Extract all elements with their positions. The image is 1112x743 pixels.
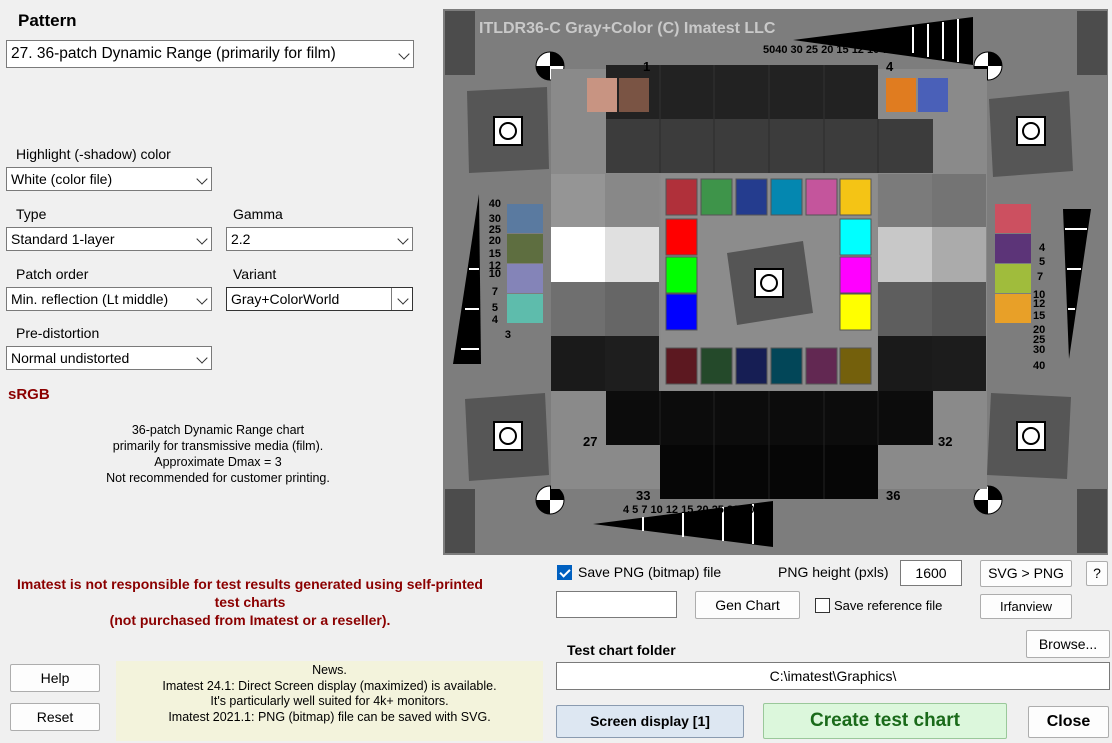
patch-order-select[interactable]: Min. reflection (Lt middle) [6,287,212,311]
gen-chart-button[interactable]: Gen Chart [695,591,800,619]
left-scale-label: 10 [489,268,501,280]
right-scale-label: 12 [1033,298,1045,310]
chevron-down-icon [196,233,208,245]
help-button[interactable]: Help [10,664,100,692]
top-scale-labels: 5040 30 25 20 15 12 10 7 5 4 [763,44,908,56]
chart-title: ITLDR36-C Gray+Color (C) Imatest LLC [479,20,776,37]
chevron-down-icon [196,173,208,185]
chevron-down-icon [196,352,208,364]
pattern-heading: Pattern [18,11,77,30]
save-png-label: Save PNG (bitmap) file [578,564,722,580]
description-line: Approximate Dmax = 3 [154,455,282,469]
png-height-input[interactable]: 1600 [900,560,962,586]
browse-button[interactable]: Browse... [1026,630,1110,658]
chart-preview: ITLDR36-C Gray+Color (C) Imatest LLC 1 4… [443,9,1108,555]
chart-description: 36-patch Dynamic Range chart primarily f… [40,422,396,486]
save-png-checkbox[interactable] [557,565,572,580]
pattern-select[interactable]: 27. 36-patch Dynamic Range (primarily fo… [6,40,414,68]
right-scale-label: 5 [1039,256,1045,268]
corner-number: 36 [886,488,900,503]
right-scale-label: 30 [1033,344,1045,356]
reset-button[interactable]: Reset [10,703,100,731]
folder-label: Test chart folder [567,642,676,658]
gamma-value: 2.2 [231,231,251,247]
right-scale-label: 15 [1033,310,1045,322]
close-button[interactable]: Close [1028,706,1109,738]
screen-display-button[interactable]: Screen display [1] [556,705,744,738]
gen-chart-input[interactable] [556,591,677,618]
type-label: Type [16,206,47,222]
corner-number: 4 [886,59,894,74]
highlight-value: White (color file) [11,171,113,187]
left-scale-label: 4 [492,314,499,326]
chevron-down-icon [397,233,409,245]
news-line: It's particularly well suited for 4k+ mo… [210,694,449,708]
left-scale-label: 40 [489,198,501,210]
highlight-label: Highlight (-shadow) color [16,146,171,162]
news-panel: News. Imatest 24.1: Direct Screen displa… [116,661,543,741]
help-question-button[interactable]: ? [1086,561,1108,586]
gamma-select[interactable]: 2.2 [226,227,413,251]
patch-order-value: Min. reflection (Lt middle) [11,291,169,307]
news-line: Imatest 24.1: Direct Screen display (max… [162,678,497,693]
bottom-scale-labels: 4 5 7 10 12 15 20 25 30 40 50 [623,504,770,516]
predistortion-select[interactable]: Normal undistorted [6,346,212,370]
type-value: Standard 1-layer [11,231,115,247]
svg-to-png-button[interactable]: SVG > PNG [980,560,1072,587]
disclaimer-line: (not purchased from Imatest or a reselle… [109,612,391,628]
right-scale-label: 40 [1033,360,1045,372]
predistortion-label: Pre-distortion [16,325,100,341]
predistortion-value: Normal undistorted [11,350,130,366]
disclaimer: Imatest is not responsible for test resu… [0,575,500,629]
gamma-label: Gamma [233,206,283,222]
right-scale-label: 7 [1037,271,1043,283]
save-reference-label: Save reference file [834,598,943,613]
type-select[interactable]: Standard 1-layer [6,227,212,251]
variant-label: Variant [233,266,277,282]
left-scale-label: 5 [492,302,498,314]
disclaimer-line: test charts [214,594,286,610]
description-line: Not recommended for customer printing. [106,471,330,485]
corner-number: 27 [583,434,597,449]
variant-value: Gray+ColorWorld [231,291,340,307]
variant-select[interactable]: Gray+ColorWorld [226,287,413,311]
chevron-down-icon [398,48,410,60]
create-test-chart-button[interactable]: Create test chart [763,703,1007,739]
chevron-down-icon [196,293,208,305]
colorspace-label: sRGB [8,386,50,403]
patch-order-label: Patch order [16,266,89,282]
left-scale-label: 7 [492,286,498,298]
pattern-value: 27. 36-patch Dynamic Range (primarily fo… [11,45,336,62]
left-scale-label: 15 [489,248,501,260]
highlight-select[interactable]: White (color file) [6,167,212,191]
irfanview-button[interactable]: Irfanview [980,594,1072,619]
png-height-label: PNG height (pxls) [778,564,889,580]
corner-number: 1 [643,59,650,74]
left-scale-label: 3 [505,329,511,341]
save-reference-checkbox[interactable] [815,598,830,613]
disclaimer-line: Imatest is not responsible for test resu… [17,576,483,592]
news-line: News. [312,663,347,677]
folder-path-input[interactable]: C:\imatest\Graphics\ [556,662,1110,690]
corner-number: 33 [636,488,650,503]
chart-preview-image: ITLDR36-C Gray+Color (C) Imatest LLC 1 4… [443,9,1108,555]
corner-number: 32 [938,434,952,449]
news-line: Imatest 2021.1: PNG (bitmap) file can be… [168,709,491,724]
description-line: 36-patch Dynamic Range chart [131,423,305,437]
right-scale-label: 4 [1039,242,1046,254]
left-scale-label: 20 [489,235,501,247]
description-line: primarily for transmissive media (film). [112,439,324,453]
